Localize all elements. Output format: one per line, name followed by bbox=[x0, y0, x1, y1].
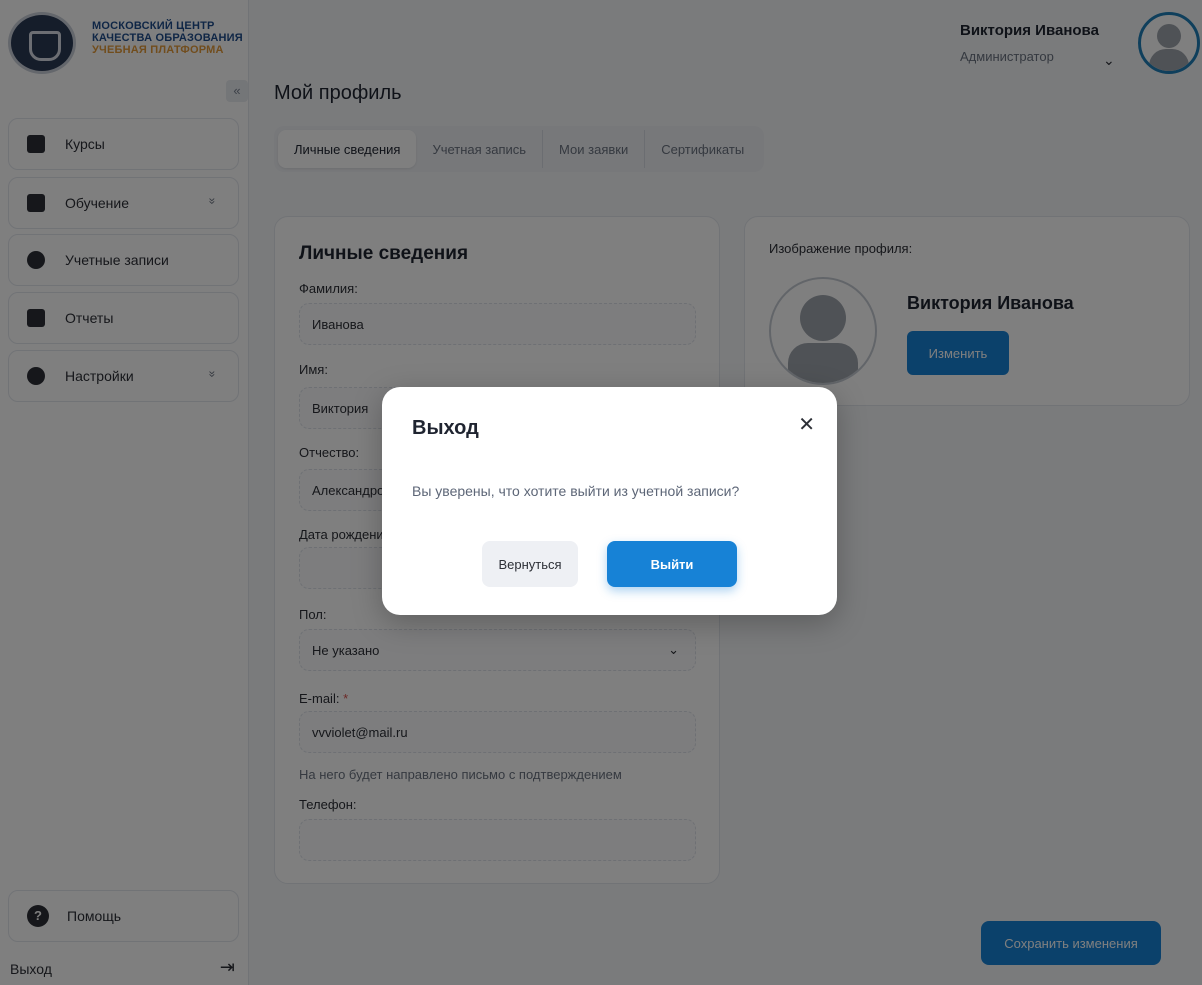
confirm-logout-button[interactable]: Выйти bbox=[607, 541, 737, 587]
logout-dialog: Выход ✕ Вы уверены, что хотите выйти из … bbox=[382, 387, 837, 615]
close-icon[interactable]: ✕ bbox=[798, 415, 815, 435]
cancel-button[interactable]: Вернуться bbox=[482, 541, 578, 587]
dialog-message: Вы уверены, что хотите выйти из учетной … bbox=[412, 483, 740, 499]
dialog-title: Выход bbox=[412, 417, 479, 439]
